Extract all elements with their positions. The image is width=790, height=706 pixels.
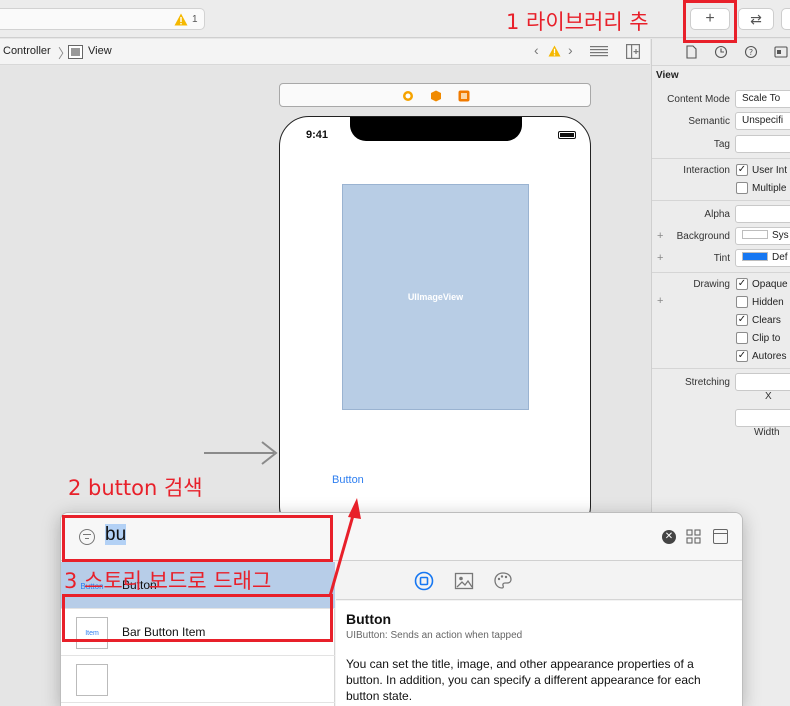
exit-icon[interactable] <box>458 90 470 102</box>
library-detail-pane: Button UIButton: Sends an action when ta… <box>336 601 742 706</box>
help-inspector-icon[interactable]: ? <box>744 45 758 59</box>
divider <box>652 200 790 201</box>
storyboard-button[interactable]: Button <box>332 474 364 486</box>
item-thumbnail <box>76 664 108 696</box>
autoresize-checkbox[interactable]: ✓ <box>736 350 748 362</box>
clear-search-icon[interactable]: ✕ <box>662 530 676 544</box>
background-value: Sys <box>772 230 789 241</box>
status-bar-time: 9:41 <box>306 129 329 141</box>
colors-tab-icon[interactable] <box>493 571 513 591</box>
media-tab-icon[interactable] <box>454 571 474 591</box>
detail-description: You can set the title, image, and other … <box>346 657 701 703</box>
add-variation-icon[interactable]: + <box>657 252 663 264</box>
autoresize-label: Autores <box>752 351 787 362</box>
hidden-label: Hidden <box>752 297 784 308</box>
background-label: Background <box>676 231 730 242</box>
user-interaction-label: User Int <box>752 165 788 176</box>
opaque-label: Opaque <box>752 279 788 290</box>
clears-context-checkbox[interactable]: ✓ <box>736 314 748 326</box>
iphone-scene[interactable]: 9:41 UIImageView Button <box>279 116 591 536</box>
user-interaction-checkbox[interactable]: ✓ <box>736 164 748 176</box>
interaction-label: Interaction <box>683 165 730 176</box>
device-notch <box>350 117 522 141</box>
outline-list-icon[interactable] <box>590 45 608 58</box>
background-color-select[interactable]: Sys <box>735 227 790 245</box>
first-responder-icon[interactable] <box>430 90 442 102</box>
inspector-section-title: View <box>656 70 679 81</box>
show-details-icon[interactable] <box>713 529 728 544</box>
divider <box>652 158 790 159</box>
code-review-button[interactable]: ⇄ <box>738 8 774 30</box>
stretching-x-field[interactable] <box>735 373 790 391</box>
tag-field[interactable] <box>735 135 790 153</box>
battery-icon <box>558 131 576 139</box>
multiple-touch-checkbox[interactable] <box>736 182 748 194</box>
multiple-touch-label: Multiple <box>752 183 787 194</box>
back-chevron-icon[interactable]: ‹ <box>534 42 539 58</box>
clears-context-label: Clears <box>752 315 781 326</box>
breadcrumb-controller[interactable]: Controller <box>3 45 51 57</box>
divider <box>652 368 790 369</box>
annotation-box-button-item <box>62 594 333 642</box>
tint-swatch <box>742 252 768 261</box>
add-variation-icon[interactable]: + <box>657 295 663 307</box>
file-inspector-icon[interactable] <box>684 45 698 59</box>
clip-to-bounds-label: Clip to <box>752 333 781 344</box>
detail-subtitle: UIButton: Sends an action when tapped <box>346 630 523 641</box>
history-inspector-icon[interactable] <box>714 45 728 59</box>
detail-title: Button <box>346 611 392 627</box>
content-mode-label: Content Mode <box>667 94 730 105</box>
hidden-checkbox[interactable] <box>736 296 748 308</box>
issue-warning-icon[interactable] <box>548 45 561 57</box>
imageview-label: UIImageView <box>407 292 464 302</box>
grid-view-icon[interactable] <box>686 529 701 544</box>
add-editor-icon[interactable] <box>626 44 640 59</box>
breadcrumb-view[interactable]: View <box>88 45 112 57</box>
stretching-x-label: X <box>765 391 772 402</box>
svg-text:?: ? <box>749 48 753 57</box>
stretching-label: Stretching <box>684 377 730 388</box>
clip-to-bounds-checkbox[interactable] <box>736 332 748 344</box>
semantic-select[interactable]: Unspecifi <box>735 112 790 130</box>
view-icon <box>68 45 83 59</box>
add-variation-icon[interactable]: + <box>657 230 663 242</box>
toolbar: 1 + ⇄ <box>0 0 790 38</box>
forward-chevron-icon[interactable]: › <box>568 42 573 58</box>
stretching-width-label: Width <box>754 427 780 438</box>
alpha-field[interactable] <box>735 205 790 223</box>
uiimageview[interactable]: UIImageView <box>342 184 529 410</box>
annotation-box-search <box>62 515 333 562</box>
semantic-label: Semantic <box>688 116 730 127</box>
scene-dock <box>279 83 591 107</box>
identity-inspector-icon[interactable] <box>774 45 788 59</box>
annotation-step1: 1 라이브러리 추 <box>506 10 649 34</box>
divider <box>652 272 790 273</box>
warning-icon[interactable] <box>174 13 188 26</box>
entry-point-arrow-icon[interactable] <box>204 440 279 466</box>
library-category-tabs <box>336 562 742 600</box>
view-controller-icon[interactable] <box>402 90 414 102</box>
annotation-box-library-button <box>683 0 737 43</box>
warning-count: 1 <box>192 14 198 25</box>
inspector-tabs: ? <box>652 39 790 66</box>
opaque-checkbox[interactable]: ✓ <box>736 278 748 290</box>
activity-status-field[interactable]: 1 <box>0 8 205 30</box>
tint-color-select[interactable]: Def <box>735 249 790 267</box>
jump-bar: Controller 〉 View ‹ › <box>0 39 650 65</box>
tint-label: Tint <box>713 253 730 264</box>
annotation-step2: 2 button 검색 <box>68 476 203 500</box>
background-swatch <box>742 230 768 239</box>
list-item[interactable] <box>61 656 335 703</box>
stretching-width-field[interactable] <box>735 409 790 427</box>
content-mode-select[interactable]: Scale To <box>735 90 790 108</box>
tag-label: Tag <box>713 139 730 150</box>
drawing-label: Drawing <box>693 279 730 290</box>
tint-value: Def <box>772 252 788 263</box>
annotation-step3: 3 스토리 보드로 드래그 <box>64 569 272 593</box>
objects-tab-icon[interactable] <box>414 571 434 591</box>
toolbar-more-button[interactable] <box>781 8 790 30</box>
alpha-label: Alpha <box>704 209 730 220</box>
